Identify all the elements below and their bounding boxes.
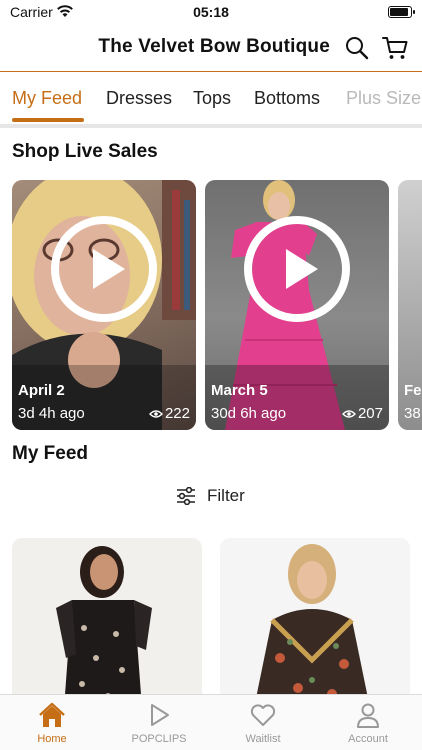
filter-label: Filter	[207, 486, 245, 505]
tab-dresses[interactable]: Dresses	[106, 88, 172, 109]
product-image	[56, 546, 152, 708]
live-sale-date: April 2	[18, 382, 65, 399]
live-sale-card[interactable]: April 2 3d 4h ago 222	[12, 180, 196, 430]
live-sale-time-ago: 30d 6h ago	[211, 405, 287, 422]
status-bar: Carrier 05:18	[0, 0, 422, 24]
live-sale-card[interactable]: March 5 30d 6h ago 207	[205, 180, 389, 430]
nav-home-label: Home	[37, 733, 67, 745]
feed-title: My Feed	[12, 443, 89, 464]
view-count-value: 222	[164, 405, 190, 422]
app-header: The Velvet Bow Boutique	[0, 24, 422, 72]
category-tabs: My Feed Dresses Tops Bottoms Plus Size	[0, 74, 422, 124]
tab-my-feed[interactable]: My Feed	[12, 88, 82, 109]
live-sale-date: March 5	[211, 382, 268, 399]
tab-tops[interactable]: Tops	[193, 88, 231, 109]
product-image	[254, 544, 370, 708]
view-count: 222	[148, 405, 190, 422]
nav-popclips-label: POPCLIPS	[131, 733, 187, 745]
view-count: 207	[341, 405, 383, 422]
active-tab-indicator	[12, 118, 84, 122]
view-count-value: 207	[357, 405, 383, 422]
nav-account-label: Account	[348, 733, 388, 745]
cart-icon[interactable]	[382, 35, 408, 61]
live-sale-date: Fe	[404, 382, 422, 399]
battery-icon	[388, 6, 415, 18]
bottom-nav: Home POPCLIPS Waitlist Account	[0, 694, 422, 750]
live-sale-time-ago: 38	[404, 405, 421, 422]
tabs-divider	[0, 124, 422, 128]
eye-icon	[148, 410, 163, 418]
tab-bottoms[interactable]: Bottoms	[254, 88, 320, 109]
eye-icon	[341, 410, 356, 418]
nav-waitlist-label: Waitlist	[245, 733, 281, 745]
product-card[interactable]	[220, 538, 410, 708]
play-icon[interactable]	[49, 214, 159, 324]
nav-home[interactable]: Home	[12, 701, 92, 745]
tab-plus-size[interactable]: Plus Size	[346, 88, 421, 109]
home-icon	[39, 702, 65, 727]
product-card[interactable]	[12, 538, 202, 708]
account-icon	[357, 703, 379, 728]
clock: 05:18	[193, 4, 229, 20]
heart-icon	[250, 704, 276, 726]
live-sale-card[interactable]: Fe 38	[398, 180, 422, 430]
search-icon[interactable]	[344, 35, 370, 61]
filter-sliders-icon	[177, 487, 195, 505]
play-icon[interactable]	[242, 214, 352, 324]
nav-popclips[interactable]: POPCLIPS	[119, 701, 199, 745]
play-outline-icon	[151, 704, 169, 726]
store-title: The Velvet Bow Boutique	[98, 36, 330, 57]
nav-account[interactable]: Account	[328, 701, 408, 745]
live-sales-title: Shop Live Sales	[12, 141, 158, 162]
live-sale-time-ago: 3d 4h ago	[18, 405, 85, 422]
nav-waitlist[interactable]: Waitlist	[223, 701, 303, 745]
